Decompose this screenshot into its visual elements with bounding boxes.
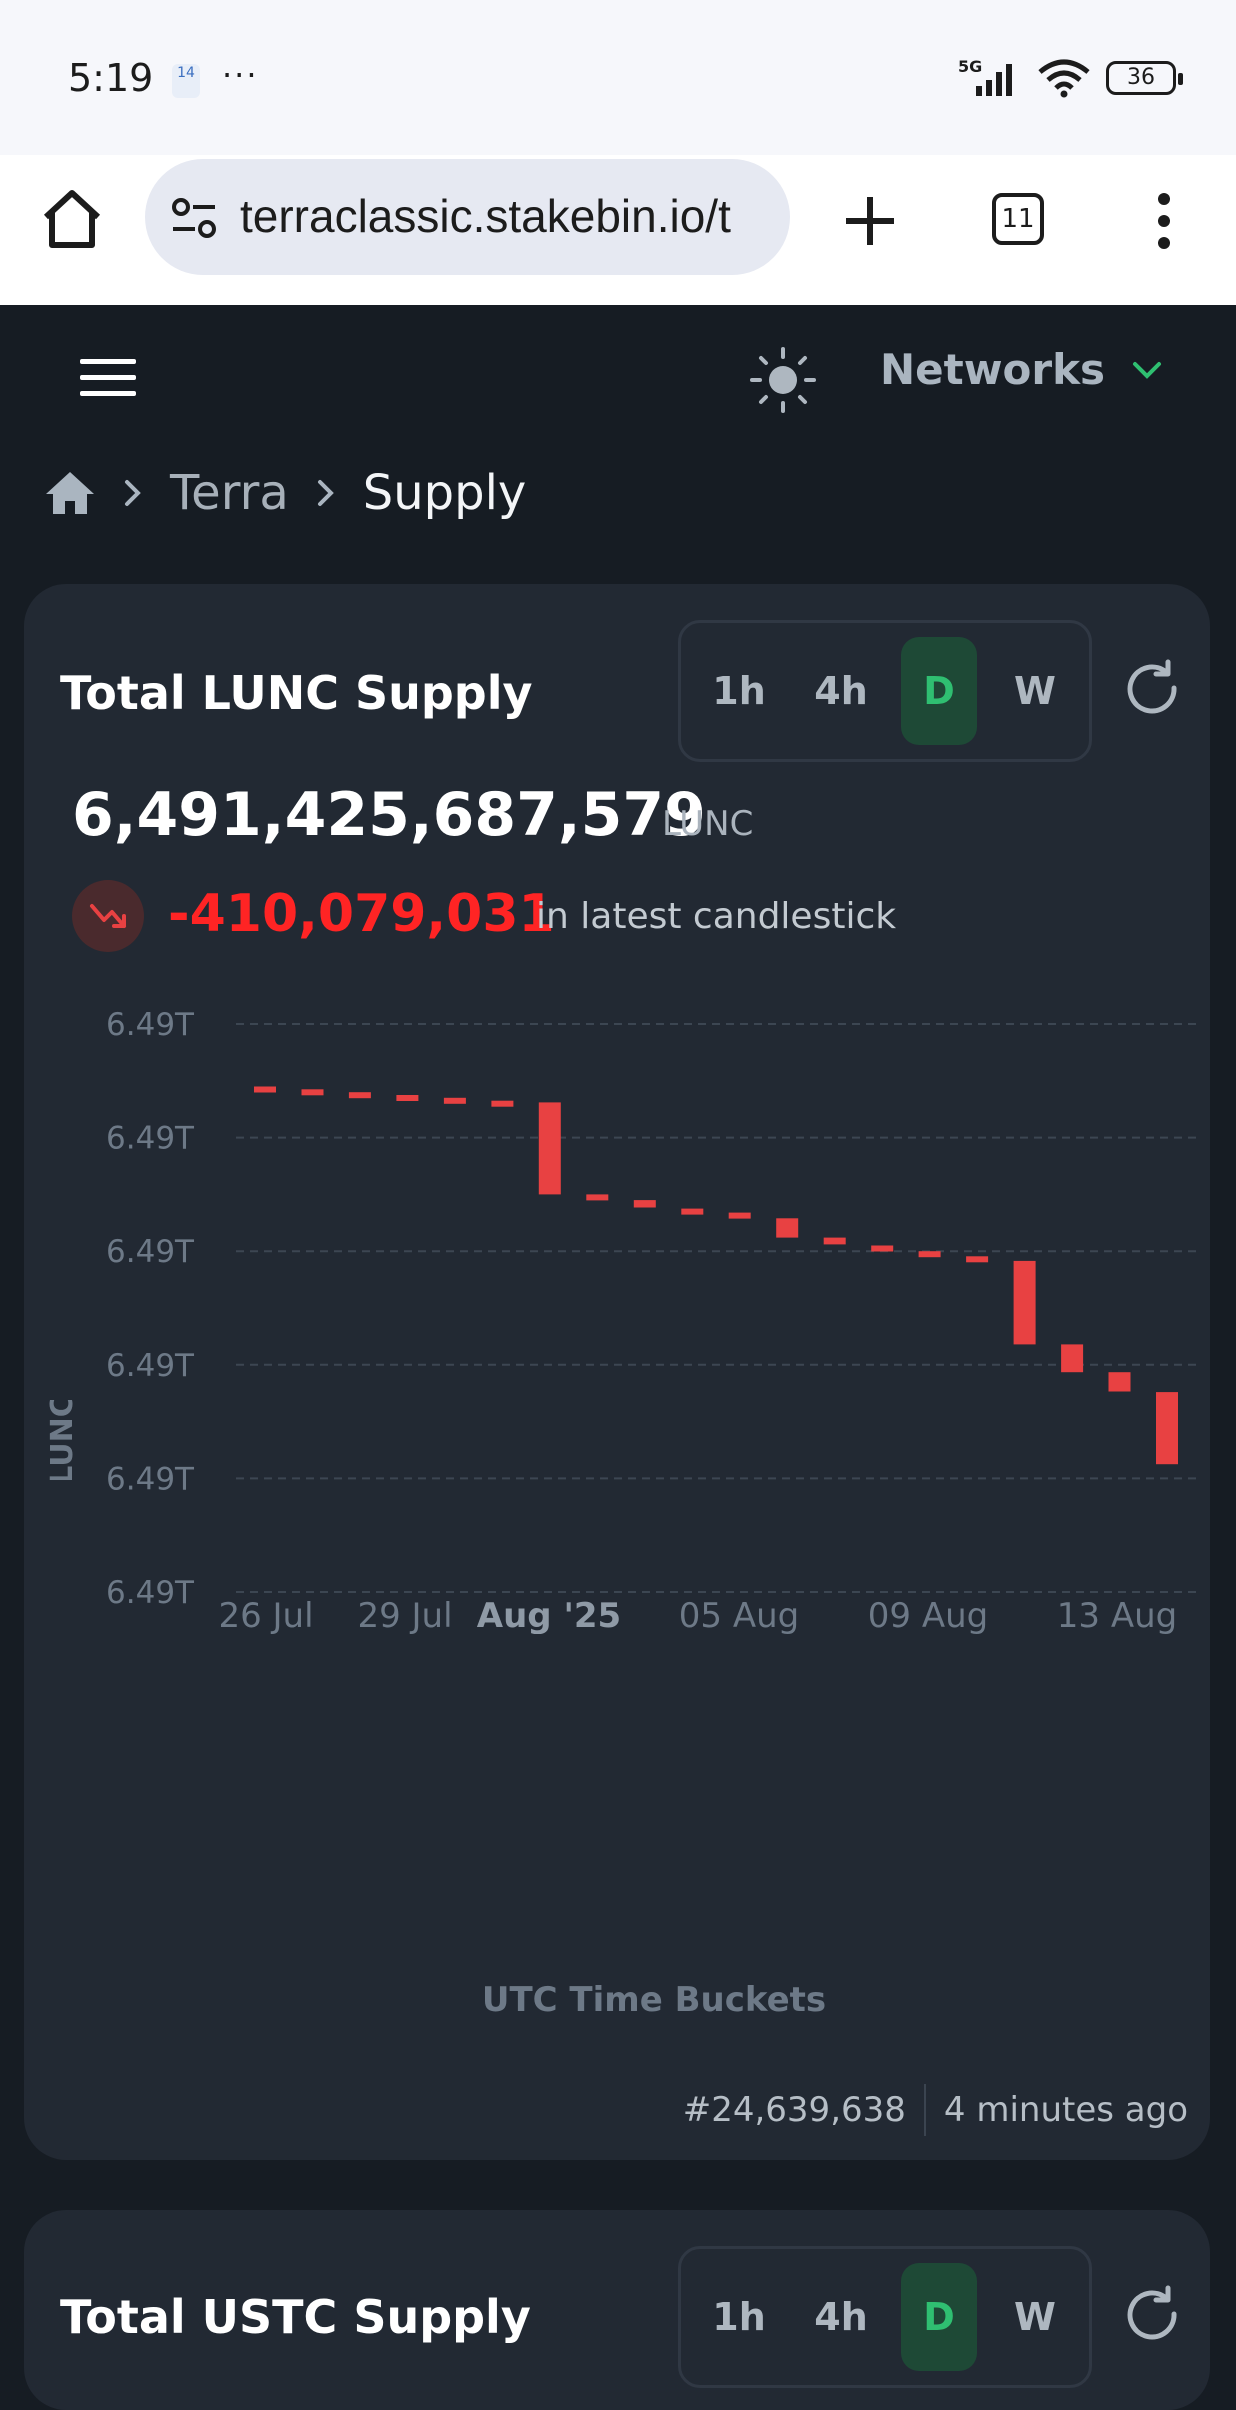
status-indicators: 5G 36 — [958, 58, 1183, 98]
block-number[interactable]: #24,639,638 — [683, 2090, 906, 2130]
breadcrumb: Terra Supply — [44, 465, 526, 521]
more-notifications-icon: ··· — [222, 56, 259, 94]
tab-switcher-button[interactable]: 11 — [992, 193, 1044, 245]
candle[interactable] — [1061, 1344, 1084, 1373]
url-bar[interactable]: terraclassic.stakebin.io/t — [145, 159, 790, 275]
networks-dropdown[interactable]: Networks — [880, 345, 1163, 394]
candle[interactable] — [823, 1237, 846, 1245]
x-tick-label: Aug '25 — [477, 1596, 621, 1634]
trend-down-icon — [72, 880, 144, 952]
chevron-right-icon — [125, 480, 141, 506]
networks-label: Networks — [880, 345, 1106, 394]
candle[interactable] — [396, 1095, 419, 1101]
y-tick-label: 6.49T — [106, 1348, 195, 1384]
lunc-supply-card: Total LUNC Supply 1h 4h D W 6,491,425,68… — [24, 584, 1210, 2160]
card-title: Total USTC Supply — [60, 2290, 531, 2344]
x-tick-label: 26 Jul — [218, 1596, 313, 1634]
timeframe-1h-button[interactable]: 1h — [701, 2263, 777, 2371]
y-tick-label: 6.49T — [106, 1461, 195, 1497]
timeframe-w-button[interactable]: W — [997, 637, 1073, 745]
browser-toolbar: terraclassic.stakebin.io/t 11 — [0, 155, 1236, 305]
timeframe-4h-button[interactable]: 4h — [803, 637, 879, 745]
candle[interactable] — [776, 1218, 799, 1238]
wifi-icon — [1038, 59, 1090, 98]
site-settings-icon[interactable] — [169, 197, 219, 241]
candle[interactable] — [918, 1251, 941, 1258]
candle[interactable] — [633, 1200, 656, 1208]
candle[interactable] — [966, 1256, 989, 1263]
supply-candlestick-chart: 6.49T 6.49T 6.49T 6.49T 6.49T 6.49T 26 Jul 29 J… — [106, 1007, 1196, 1634]
candle[interactable] — [728, 1212, 751, 1219]
y-tick-label: 6.49T — [106, 1007, 195, 1043]
chevron-right-icon — [317, 480, 334, 506]
notification-icon: 14 — [172, 64, 200, 98]
x-tick-label: 29 Jul — [357, 1596, 452, 1634]
signal-icon: 5G — [958, 58, 1012, 96]
home-breadcrumb-icon[interactable] — [44, 470, 96, 516]
candle[interactable] — [1013, 1260, 1036, 1345]
y-tick-label: 6.49T — [106, 1121, 195, 1157]
candle[interactable] — [491, 1100, 514, 1107]
y-tick-label: 6.49T — [106, 1234, 195, 1270]
y-axis-label: LUNC — [45, 1400, 80, 1480]
x-axis-label: UTC Time Buckets — [481, 1980, 827, 2020]
status-bar: 5:19 14 ··· 5G 36 — [0, 0, 1236, 155]
chevron-down-icon — [1133, 361, 1162, 379]
timeframe-selector: 1h 4h D W — [678, 620, 1092, 762]
candle[interactable] — [443, 1097, 466, 1104]
candle[interactable] — [538, 1102, 561, 1195]
candle[interactable] — [348, 1092, 371, 1099]
candle[interactable] — [1156, 1392, 1178, 1465]
breadcrumb-terra[interactable]: Terra — [170, 465, 289, 521]
x-tick-label: 09 Aug — [868, 1596, 988, 1634]
candle[interactable] — [871, 1245, 894, 1252]
candle[interactable] — [1108, 1372, 1131, 1392]
x-tick-label: 05 Aug — [679, 1596, 799, 1634]
breadcrumb-supply: Supply — [362, 465, 527, 521]
y-axis-label-text: LUNC — [45, 1400, 80, 1480]
refresh-icon[interactable] — [1120, 2284, 1184, 2348]
supply-change-text: in latest candlestick — [536, 896, 897, 937]
footer-divider — [923, 2084, 926, 2136]
refresh-icon[interactable] — [1120, 658, 1184, 722]
candle[interactable] — [254, 1086, 276, 1093]
timeframe-selector: 1h 4h D W — [678, 2246, 1092, 2388]
card-title: Total LUNC Supply — [60, 666, 533, 720]
timeframe-4h-button[interactable]: 4h — [803, 2263, 879, 2371]
home-icon[interactable] — [38, 185, 106, 253]
hamburger-menu-icon[interactable] — [80, 357, 136, 399]
url-text: terraclassic.stakebin.io/t — [240, 190, 731, 242]
ustc-supply-card: Total USTC Supply 1h 4h D W — [24, 2210, 1210, 2410]
timeframe-1h-button[interactable]: 1h — [701, 637, 777, 745]
y-tick-label: 6.49T — [106, 1575, 195, 1611]
supply-unit: LUNC — [662, 804, 754, 844]
svg-text:5G: 5G — [958, 58, 982, 76]
theme-toggle-sun-icon[interactable] — [748, 345, 818, 415]
supply-value: 6,491,425,687,579 — [72, 780, 706, 850]
candle[interactable] — [301, 1089, 324, 1096]
timeframe-d-button[interactable]: D — [901, 637, 977, 745]
timeframe-w-button[interactable]: W — [997, 2263, 1073, 2371]
candle[interactable] — [681, 1208, 704, 1215]
new-tab-icon[interactable] — [838, 189, 902, 253]
battery-icon: 36 — [1106, 61, 1183, 95]
timeframe-d-button[interactable]: D — [901, 2263, 977, 2371]
card-footer: #24,639,638 4 minutes ago — [683, 2084, 1188, 2136]
status-time: 5:19 — [68, 56, 154, 100]
more-menu-icon[interactable] — [1150, 191, 1178, 251]
last-updated: 4 minutes ago — [943, 2090, 1188, 2130]
x-tick-label: 13 Aug — [1057, 1596, 1177, 1634]
supply-change-value: -410,079,031 — [168, 884, 555, 944]
candle[interactable] — [586, 1194, 609, 1201]
